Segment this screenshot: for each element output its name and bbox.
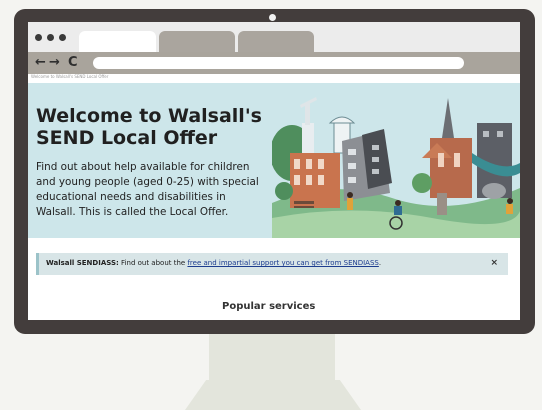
camera-dot bbox=[269, 14, 276, 21]
title-line: SEND Local Offer bbox=[36, 127, 218, 149]
tab-active[interactable] bbox=[79, 31, 156, 52]
reload-icon[interactable]: C bbox=[68, 54, 78, 72]
notice-body: Find out about the bbox=[121, 259, 186, 267]
sendiass-notice: Walsall SENDIASS: Find out about the fre… bbox=[36, 253, 508, 275]
sendiass-link[interactable]: free and impartial support you can get f… bbox=[187, 259, 378, 267]
navigation-bar: ← → C bbox=[28, 52, 520, 74]
back-icon[interactable]: ← bbox=[35, 54, 46, 72]
window-dot[interactable] bbox=[59, 34, 66, 41]
tab-inactive[interactable] bbox=[238, 31, 314, 52]
notice-text: Walsall SENDIASS: Find out about the fre… bbox=[46, 259, 381, 267]
window-controls bbox=[35, 34, 66, 41]
close-icon[interactable]: × bbox=[490, 258, 498, 268]
notice-end: . bbox=[378, 259, 382, 267]
monitor-stand-neck bbox=[209, 332, 335, 382]
breadcrumb[interactable]: Welcome to Walsall's SEND Local Offer bbox=[31, 74, 108, 79]
title-line: Welcome to Walsall's bbox=[36, 105, 262, 127]
browser-window: ← → C Welcome to Walsall's SEND Local Of… bbox=[28, 22, 520, 320]
window-dot[interactable] bbox=[47, 34, 54, 41]
address-bar[interactable] bbox=[93, 57, 464, 69]
window-dot[interactable] bbox=[35, 34, 42, 41]
section-heading: Popular services bbox=[222, 301, 316, 312]
monitor-stand-base bbox=[185, 380, 361, 410]
tab-inactive[interactable] bbox=[159, 31, 235, 52]
notice-label: Walsall SENDIASS: bbox=[46, 259, 119, 267]
tab-bar bbox=[28, 22, 520, 52]
forward-icon[interactable]: → bbox=[49, 54, 60, 72]
page-title: Welcome to Walsall's SEND Local Offer bbox=[36, 105, 266, 149]
hero-banner: Welcome to Walsall's SEND Local Offer Fi… bbox=[28, 83, 520, 238]
hero-description: Find out about help available for childr… bbox=[36, 161, 259, 218]
walsall-town-illustration bbox=[272, 97, 520, 238]
